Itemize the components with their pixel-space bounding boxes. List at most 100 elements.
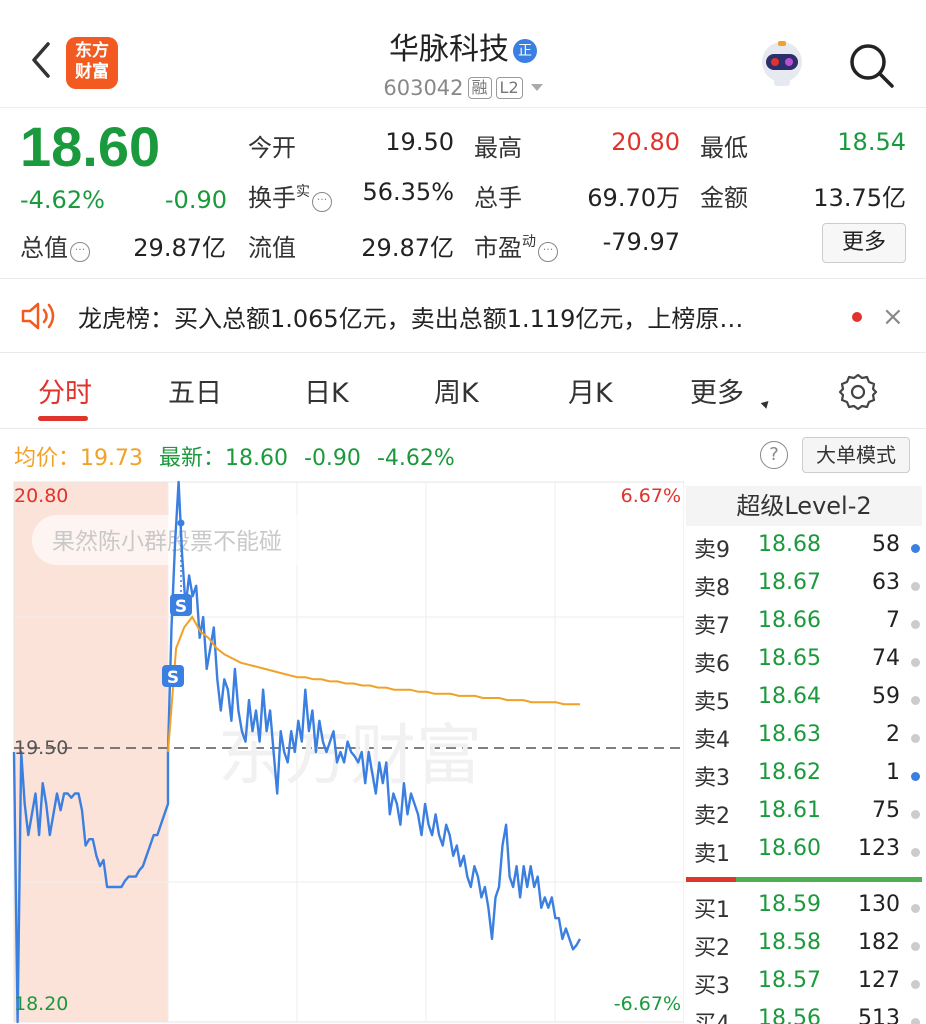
level-label: 卖4: [694, 728, 730, 753]
order-book-row[interactable]: 卖3 18.62 1: [686, 760, 926, 798]
indicator-dot: [911, 658, 920, 667]
buy-sell-ratio-bar: [686, 877, 922, 882]
tab-daily-k[interactable]: 日K: [304, 371, 349, 410]
dragon-tiger-notice[interactable]: 龙虎榜：买入总额1.065亿元，卖出总额1.119亿元，上榜原…: [78, 299, 743, 334]
level-label: 卖7: [694, 614, 730, 639]
avg-label: 均价：: [14, 446, 81, 471]
level-label: 买4: [694, 1006, 730, 1024]
price-info-line: 均价：19.73 最新：18.60 -0.90 -4.62%: [14, 440, 455, 472]
mktcap-label[interactable]: 总值 ···: [20, 228, 90, 263]
level-qty: 7: [886, 608, 900, 633]
order-book-title[interactable]: 超级Level-2: [686, 486, 922, 526]
level-qty: 513: [858, 1006, 900, 1024]
level-price: 18.61: [758, 798, 821, 823]
order-book-row[interactable]: 卖9 18.68 58: [686, 532, 926, 570]
tab-five-day[interactable]: 五日: [168, 371, 222, 410]
sell-marker-label: S: [167, 668, 179, 688]
latest-value: 18.60: [225, 446, 288, 471]
level-price: 18.56: [758, 1006, 821, 1024]
order-book-row[interactable]: 买4 18.56 513: [686, 1006, 926, 1024]
tab-weekly-k[interactable]: 周K: [434, 371, 479, 410]
level-label: 买2: [694, 936, 730, 961]
y-ref-label: 19.50: [14, 737, 68, 759]
level-qty: 130: [858, 892, 900, 917]
unread-dot: [852, 312, 862, 322]
pe-sup: 动: [522, 234, 536, 250]
indicator-dot: [911, 582, 920, 591]
order-book-row[interactable]: 买3 18.57 127: [686, 968, 926, 1006]
change-percent: -4.62%: [20, 186, 105, 214]
mktcap-label-text: 总值: [20, 234, 68, 262]
pe-label-text: 市盈: [474, 234, 522, 262]
turnover-label[interactable]: 换手实 ···: [248, 178, 332, 213]
level-price: 18.62: [758, 760, 821, 785]
level-price: 18.59: [758, 892, 821, 917]
order-book-row[interactable]: 卖1 18.60 123: [686, 836, 926, 874]
search-icon[interactable]: [846, 40, 896, 90]
y-max-label: 20.80: [14, 485, 68, 507]
level-price: 18.57: [758, 968, 821, 993]
more-info-icon: ···: [70, 242, 90, 262]
latest-label: 最新：: [159, 446, 226, 471]
order-book-row[interactable]: 买2 18.58 182: [686, 930, 926, 968]
volume-value: 69.70万: [587, 184, 680, 212]
margin-tag: 融: [467, 77, 492, 99]
sell-marker-icon[interactable]: S: [170, 594, 192, 617]
level-qty: 75: [872, 798, 900, 823]
low-value: 18.54: [837, 128, 906, 156]
level-label: 卖1: [694, 842, 730, 867]
change-amount: -0.90: [164, 186, 227, 214]
indicator-dot: [911, 810, 920, 819]
order-book-row[interactable]: 卖2 18.61 75: [686, 798, 926, 836]
active-tab-indicator: [38, 416, 88, 421]
indicator-dot: [911, 772, 920, 781]
turnover-label-text: 换手: [248, 184, 296, 212]
level-qty: 182: [858, 930, 900, 955]
indicator-dot: [911, 544, 920, 553]
intraday-chart[interactable]: 东方财富 果然陈小群股票不能碰 20.80 19.50 18.20 6.67% …: [0, 480, 684, 1024]
verified-badge-icon: 正: [513, 39, 537, 63]
level-qty: 1: [886, 760, 900, 785]
tab-intraday[interactable]: 分时: [38, 371, 92, 410]
level-price: 18.60: [758, 836, 821, 861]
pe-label[interactable]: 市盈动 ···: [474, 228, 558, 263]
robot-assistant-icon[interactable]: [756, 38, 808, 88]
order-book-row[interactable]: 卖8 18.67 63: [686, 570, 926, 608]
tab-monthly-k[interactable]: 月K: [568, 371, 613, 410]
pct-max-label: 6.67%: [621, 485, 681, 507]
order-book-row[interactable]: 卖4 18.63 2: [686, 722, 926, 760]
y-min-label: 18.20: [14, 993, 68, 1015]
high-value: 20.80: [611, 128, 680, 156]
amount-value: 13.75亿: [813, 184, 906, 212]
level-price: 18.67: [758, 570, 821, 595]
sell-marker-icon[interactable]: S: [162, 665, 184, 688]
turnover-sup: 实: [296, 184, 310, 200]
avg-value: 19.73: [80, 446, 143, 471]
float-label: 流值: [248, 234, 296, 262]
order-book-row[interactable]: 卖6 18.65 74: [686, 646, 926, 684]
tab-more[interactable]: 更多: [690, 371, 744, 410]
indicator-dot: [911, 1018, 920, 1024]
low-label: 最低: [700, 134, 748, 162]
latest-change: -0.90: [304, 446, 361, 471]
settings-gear-icon[interactable]: [838, 372, 878, 412]
pe-value: -79.97: [602, 228, 680, 256]
more-info-icon: ···: [538, 242, 558, 262]
more-quote-button[interactable]: 更多: [822, 223, 906, 263]
help-icon[interactable]: ?: [760, 441, 788, 469]
order-book-row[interactable]: 买1 18.59 130: [686, 892, 926, 930]
level-qty: 63: [872, 570, 900, 595]
amount-label: 金额: [700, 184, 748, 212]
top-bar: 东方 财富 华脉科技正 603042 融 L2: [0, 0, 926, 108]
level-label: 卖6: [694, 652, 730, 677]
mktcap-value: 29.87亿: [133, 234, 226, 262]
big-order-mode-button[interactable]: 大单模式: [802, 437, 910, 473]
speaker-icon: [21, 302, 55, 330]
order-book-row[interactable]: 卖7 18.66 7: [686, 608, 926, 646]
close-icon[interactable]: ×: [882, 302, 904, 332]
order-book-row[interactable]: 卖5 18.64 59: [686, 684, 926, 722]
more-caret-icon: [760, 398, 772, 409]
latest-change-pct: -4.62%: [376, 446, 455, 471]
level-price: 18.64: [758, 684, 821, 709]
indicator-dot: [911, 620, 920, 629]
